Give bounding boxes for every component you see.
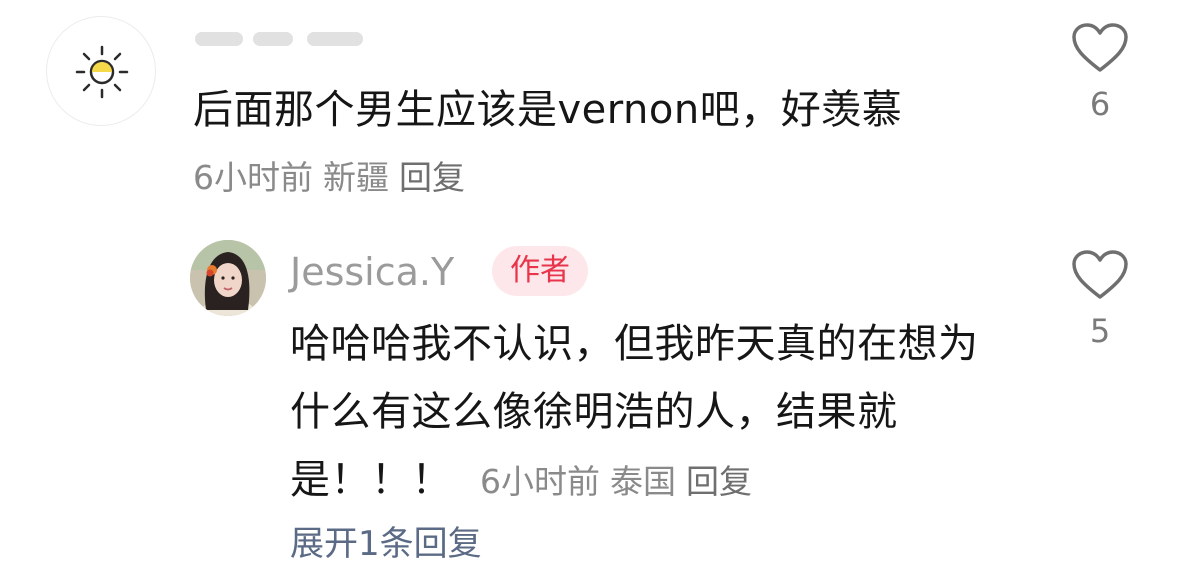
username[interactable]: Jessica.Y [290,246,454,298]
heart-icon [1072,23,1128,72]
timestamp: 6小时前 [480,462,600,501]
like-button[interactable]: 5 [1065,249,1135,351]
username-redacted[interactable] [195,26,365,52]
location: 泰国 [610,462,676,501]
comment-text-line: 什么有这么像徐明浩的人，结果就 [290,389,898,435]
expand-replies-link[interactable]: 展开1条回复 [290,522,482,566]
sun-icon [75,45,129,99]
reply-button[interactable]: 回复 [686,462,752,501]
comment-text-line: 哈哈哈我不认识，但我昨天真的在想为 [290,321,979,367]
avatar[interactable] [190,240,266,316]
like-button[interactable]: 6 [1065,22,1135,124]
timestamp: 6小时前 [193,158,313,197]
comment-text: 哈哈哈我不认识，但我昨天真的在想为 什么有这么像徐明浩的人，结果就 是！！！ 6小… [290,310,1050,516]
heart-icon [1072,250,1128,299]
reply-button[interactable]: 回复 [399,158,465,197]
comment-text-tail: 是！！！ [290,457,452,503]
avatar[interactable] [46,16,156,126]
comment-text-line-last: 是！！！ 6小时前 泰国 回复 [290,446,1050,516]
like-count: 6 [1089,85,1111,123]
like-count: 5 [1089,312,1111,350]
comment-meta: 6小时前 泰国 回复 [480,462,752,501]
comment-meta: 6小时前 新疆 回复 [193,156,465,200]
profile-photo [190,240,266,316]
location: 新疆 [323,158,389,197]
comment-text: 后面那个男生应该是vernon吧，好羡慕 [193,87,903,133]
author-badge: 作者 [492,246,588,296]
